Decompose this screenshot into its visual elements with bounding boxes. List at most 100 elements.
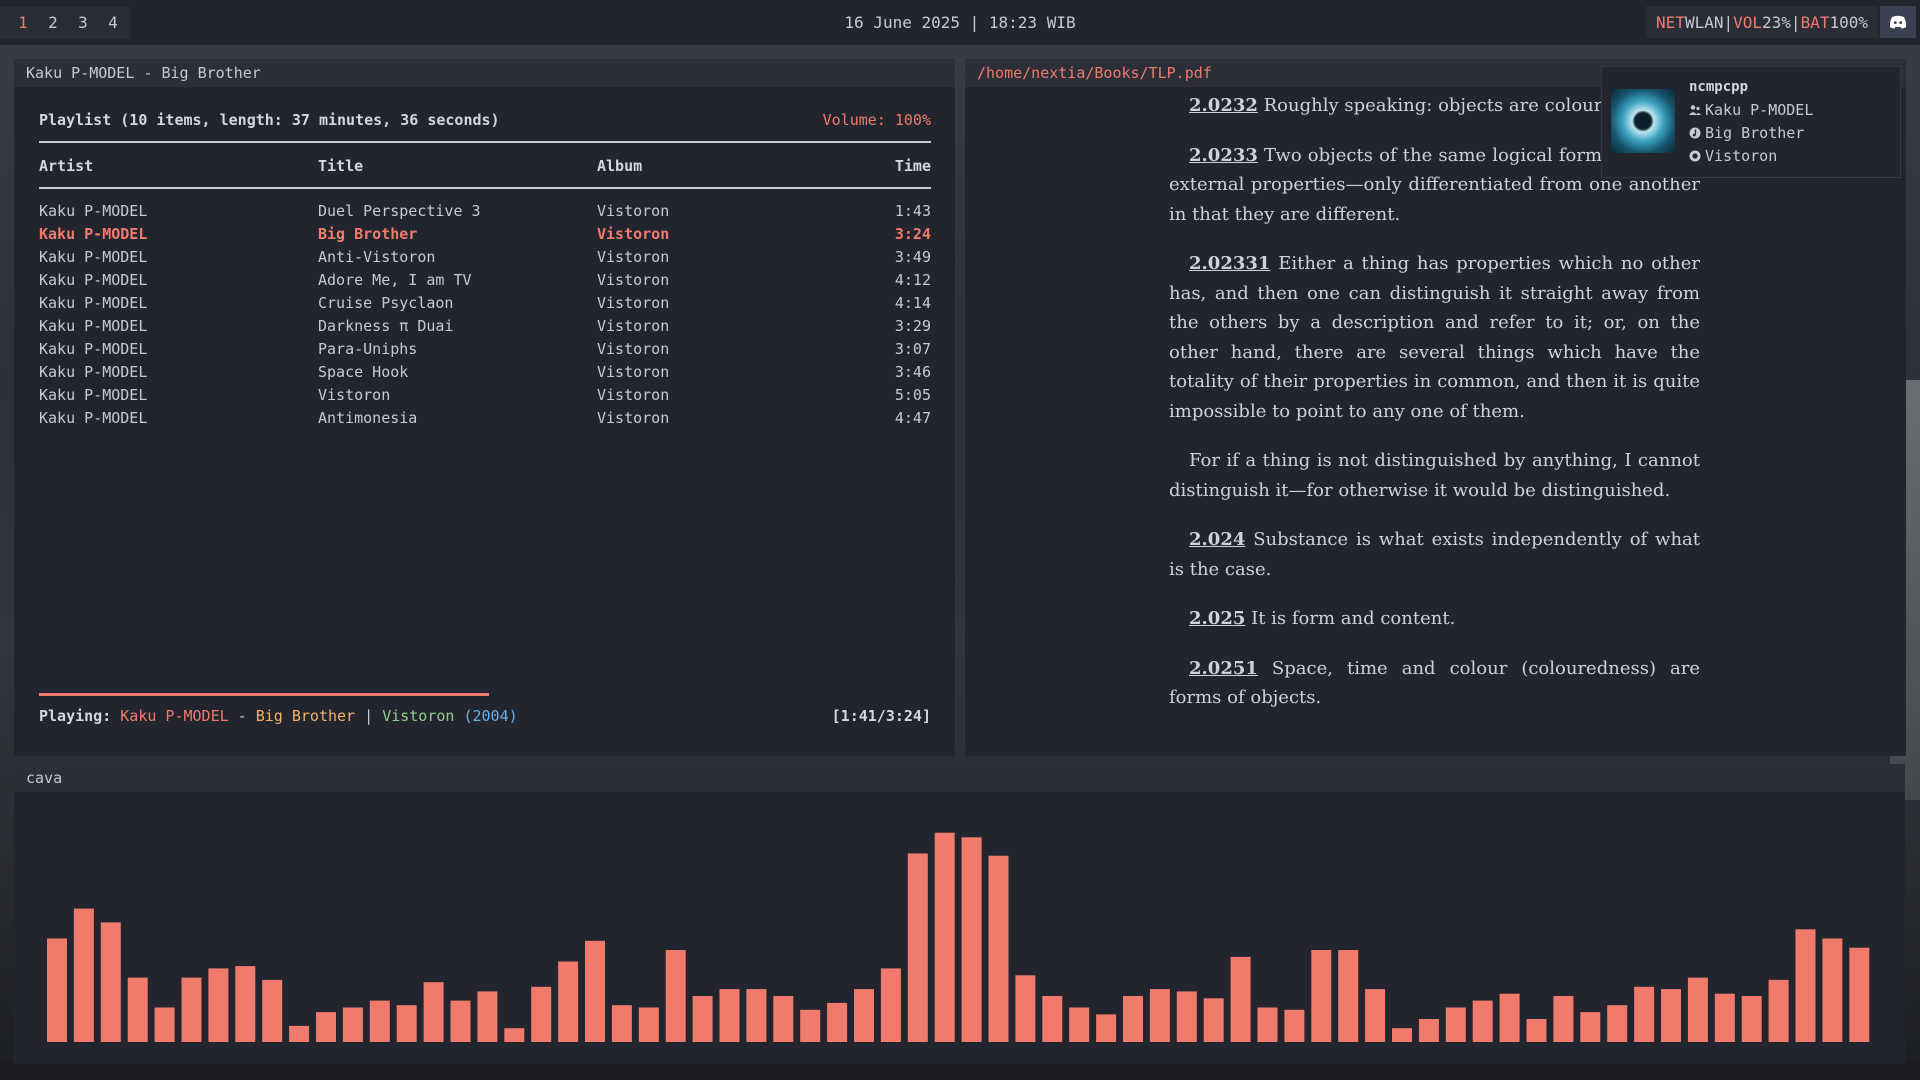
visualizer-bar [289,1025,310,1042]
workspace-1[interactable]: 1 [8,8,38,38]
discord-icon[interactable] [1880,6,1916,38]
row-title: Cruise Psyclaon [318,294,454,312]
visualizer-bar [1392,1028,1412,1042]
notification-artist: Kaku P-MODEL [1705,101,1814,119]
visualizer-bar [1149,989,1170,1042]
visualizer-bar [1553,996,1574,1042]
visualizer-bar [1338,950,1359,1042]
row-title: Antimonesia [318,409,418,427]
visualizer-bar [934,832,955,1042]
notification-app: ncmpcpp [1689,79,1749,95]
proposition-number[interactable]: 2.02331 [1189,253,1270,274]
row-album: Vistoron [597,294,670,312]
playlist-row[interactable]: Kaku P-MODEL Duel Perspective 3 Vistoron 1:… [39,202,931,225]
row-time: 3:07 [894,340,931,358]
column-time[interactable]: Time [895,157,931,175]
visualizer-bar [47,938,67,1042]
proposition-number[interactable]: 2.025 [1189,608,1245,629]
playlist-row[interactable]: Kaku P-MODEL Para-Uniphs Vistoron 3:07 [39,340,931,363]
row-time: 3:24 [894,225,931,243]
visualizer-bar [1311,950,1332,1042]
row-artist: Kaku P-MODEL [39,294,148,312]
playlist-row[interactable]: Kaku P-MODEL Adore Me, I am TV Vistoron 4:1… [39,271,931,294]
visualizer-bar [1768,979,1789,1042]
row-time: 3:49 [894,248,931,266]
row-title: Darkness π Duai [318,317,454,335]
row-album: Vistoron [597,248,670,266]
row-time: 4:12 [894,271,931,289]
visualizer-bar [1472,1000,1493,1042]
visualizer-bar [154,1007,175,1042]
visualizer-bar [800,1009,821,1042]
visualizer-bar [907,853,928,1042]
row-artist: Kaku P-MODEL [39,340,148,358]
vol-value[interactable]: 23% [1762,13,1791,32]
workspace-4[interactable]: 4 [98,8,128,38]
visualizer-bar [1822,938,1843,1042]
column-artist[interactable]: Artist [39,157,93,175]
notification[interactable]: ncmpcpp Kaku P-MODEL Big Brother Vistoro… [1601,66,1901,178]
row-album: Vistoron [597,225,670,243]
row-album: Vistoron [597,386,670,404]
paragraph-text: Substance is what exists independently o… [1169,529,1700,580]
divider [39,141,931,143]
system-status: NET WLAN | VOL 23% | BAT 100% [1646,6,1878,38]
visualizer-bar [854,989,874,1042]
visualizer-bar [316,1012,336,1042]
visualizer-bar [369,1000,390,1042]
vol-label: VOL [1733,12,1763,32]
proposition-number[interactable]: 2.0251 [1189,658,1258,679]
pdf-paragraph: For if a thing is not distinguished by a… [1169,446,1700,505]
playlist-row[interactable]: Kaku P-MODEL Anti-Vistoron Vistoron 3:49 [39,248,931,271]
proposition-number[interactable]: 2.024 [1189,529,1245,550]
paragraph-text: Either a thing has properties which no o… [1169,253,1700,422]
visualizer-bar [73,908,94,1042]
visualizer-bar [1176,991,1197,1042]
row-time: 4:47 [894,409,931,427]
row-artist: Kaku P-MODEL [39,386,148,404]
workspace-2[interactable]: 2 [38,8,68,38]
pdf-page: 2.0232 Roughly speaking: objects are col… [1169,91,1700,733]
playlist-row[interactable]: Kaku P-MODEL Big Brother Vistoron 3:24 [39,225,931,248]
playlist-row[interactable]: Kaku P-MODEL Cruise Psyclaon Vistoron 4:14 [39,294,931,317]
playlist-row[interactable]: Kaku P-MODEL Vistoron Vistoron 5:05 [39,386,931,409]
visualizer-bar [1580,1012,1601,1042]
pdf-paragraph: 2.02331 Either a thing has properties wh… [1169,249,1700,426]
visualizer-bar [504,1028,525,1042]
volume-indicator: Volume: 100% [822,111,931,129]
playlist-row[interactable]: Kaku P-MODEL Darkness π Duai Vistoron 3:29 [39,317,931,340]
visualizer-bar [208,968,229,1042]
visualizer-bar [880,968,901,1042]
visualizer-bar [665,950,686,1042]
visualizer-bar [988,855,1009,1042]
column-album[interactable]: Album [597,157,642,175]
visualizer-bar [1526,1019,1547,1042]
now-album: Vistoron [382,707,455,725]
proposition-number[interactable]: 2.0233 [1189,145,1258,166]
progress-bar[interactable] [39,693,490,696]
now-year: (2004) [463,707,518,725]
row-title: Anti-Vistoron [318,248,436,266]
clock: 16 June 2025 | 18:23 WIB [844,13,1076,32]
playlist-row[interactable]: Kaku P-MODEL Space Hook Vistoron 3:46 [39,363,931,386]
visualizer-bar [1607,1005,1628,1042]
row-time: 3:29 [894,317,931,335]
visualizer-bar [1365,989,1386,1042]
pdf-paragraph: 2.0251 Space, time and colour (colouredn… [1169,654,1700,713]
now-title: Big Brother [255,707,356,725]
divider [39,187,931,189]
row-artist: Kaku P-MODEL [39,409,148,427]
visualizer-bar [1687,977,1708,1042]
visualizer-bar [1661,989,1681,1042]
visualizer-bar [100,922,121,1042]
visualizer-bar [235,966,256,1042]
visualizer-bar [638,1007,659,1042]
visualizer-bar [827,1002,848,1042]
workspace-3[interactable]: 3 [68,8,98,38]
row-album: Vistoron [597,271,670,289]
proposition-number[interactable]: 2.0232 [1189,95,1258,116]
playlist-row[interactable]: Kaku P-MODEL Antimonesia Vistoron 4:47 [39,409,931,432]
notification-artist-line: Kaku P-MODEL [1689,101,1813,119]
column-title[interactable]: Title [318,157,363,175]
track-icon [1689,127,1701,139]
